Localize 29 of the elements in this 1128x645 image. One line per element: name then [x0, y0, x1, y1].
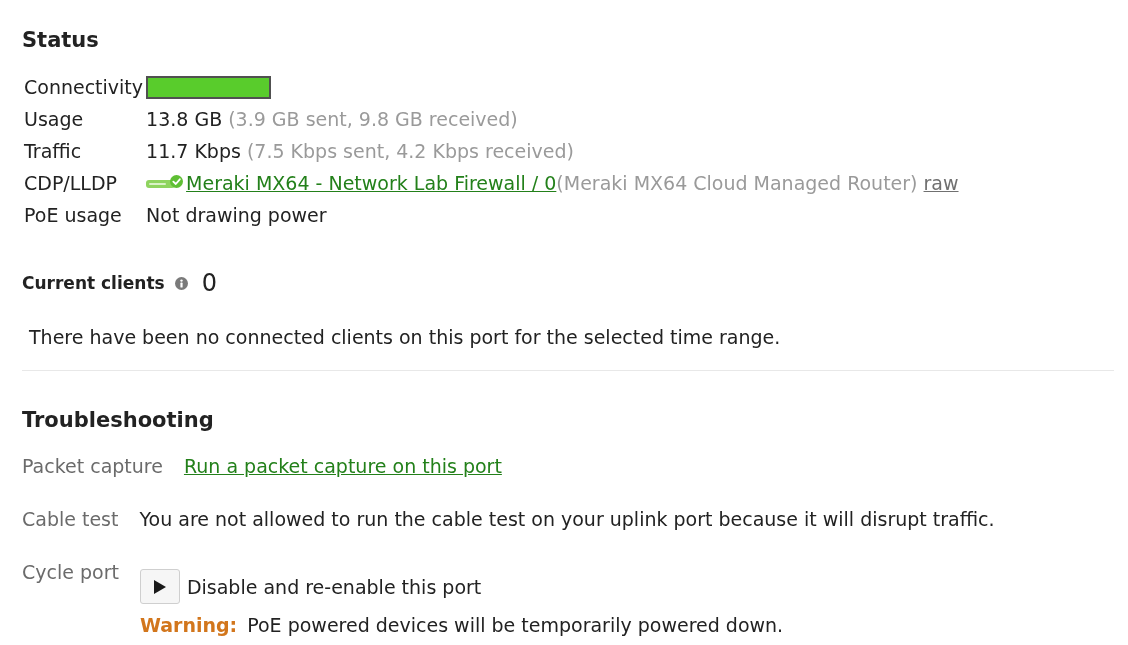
field-label: CDP/LLDP — [24, 171, 118, 195]
field-value: 13.8 GB — [146, 107, 223, 131]
section-heading: Status — [22, 27, 100, 53]
field-label: Traffic — [24, 139, 83, 163]
field-label: Connectivity — [24, 75, 144, 99]
field-label: Usage — [24, 107, 85, 131]
section-heading: Current clients — [22, 272, 165, 294]
empty-message: There have been no connected clients on this port for the selected time range. — [28, 325, 782, 349]
device-check-icon — [146, 175, 185, 191]
warning-message: Warning: PoE powered devices will be temporarily powered down. — [139, 613, 784, 637]
field-label: Packet capture — [22, 454, 163, 478]
raw-link[interactable]: raw — [923, 171, 959, 195]
info-icon — [174, 276, 188, 290]
field-detail: (7.5 Kbps sent, 4.2 Kbps received) — [246, 139, 574, 163]
device-model: (Meraki MX64 Cloud Managed Router) — [556, 171, 918, 195]
cycle-port-button[interactable] — [139, 569, 180, 604]
client-count: 0 — [201, 269, 217, 297]
device-link[interactable]: Meraki MX64 - Network Lab Firewall / 0 — [186, 171, 557, 195]
field-detail: (3.9 GB sent, 9.8 GB received) — [228, 107, 518, 131]
action-label: Disable and re-enable this port — [186, 574, 482, 599]
play-icon — [153, 579, 166, 594]
field-label: PoE usage — [24, 203, 123, 227]
field-label: Cycle port — [22, 560, 119, 584]
field-value: 11.7 Kbps — [146, 139, 241, 163]
field-label: Cable test — [22, 507, 119, 531]
field-value: Not drawing power — [146, 203, 327, 227]
section-heading: Troubleshooting — [22, 407, 215, 433]
field-value: You are not allowed to run the cable test on your uplink port because it will disrupt traffic. — [139, 507, 995, 531]
packet-capture-link[interactable]: Run a packet capture on this port — [183, 454, 502, 478]
